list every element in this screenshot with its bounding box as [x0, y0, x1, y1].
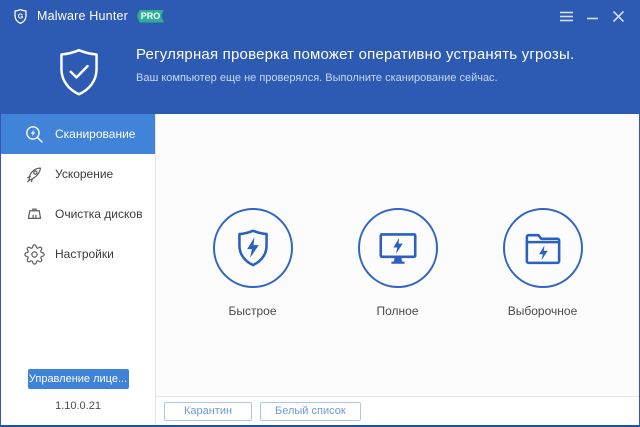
scan-option-label: Выборочное: [507, 304, 578, 318]
status-subtitle: Ваш компьютер еще не проверялся. Выполни…: [136, 72, 498, 84]
titlebar: G Malware Hunter PRO: [1, 1, 639, 31]
sidebar-item-label: Настройки: [55, 247, 114, 261]
sidebar-item-label: Очистка дисков: [55, 207, 143, 221]
scan-search-bolt-icon: [24, 124, 45, 145]
app-logo-shield-icon: G: [12, 8, 29, 25]
status-title: Регулярная проверка поможет оперативно у…: [136, 46, 575, 63]
window-controls: [555, 5, 629, 27]
sidebar-item-boost[interactable]: Ускорение: [1, 154, 155, 194]
sidebar-item-settings[interactable]: Настройки: [1, 234, 155, 274]
manage-license-button[interactable]: Управление лице...: [27, 369, 129, 389]
minimize-icon[interactable]: [581, 5, 603, 27]
scan-option-label: Быстрое: [228, 304, 277, 318]
scan-option-label: Полное: [376, 304, 419, 318]
menu-icon[interactable]: [555, 5, 577, 27]
monitor-bolt-icon: [357, 208, 438, 288]
scan-option-custom[interactable]: Выборочное: [502, 208, 583, 318]
sidebar-item-label: Ускорение: [55, 167, 114, 181]
app-title: Malware Hunter: [37, 9, 129, 23]
main-panel: Быстрое Полное Выборочное Карантин Белый…: [156, 114, 639, 425]
close-icon[interactable]: [607, 5, 629, 27]
gear-icon: [24, 243, 45, 265]
status-message: Регулярная проверка поможет оперативно у…: [136, 31, 574, 114]
pro-badge: PRO: [137, 9, 165, 23]
scan-option-quick[interactable]: Быстрое: [212, 208, 293, 318]
sidebar: Сканирование Ускорение Очистка дисков На…: [1, 114, 156, 425]
status-header: Регулярная проверка поможет оперативно у…: [1, 31, 639, 114]
folder-bolt-icon: [502, 208, 583, 288]
rocket-icon: [24, 164, 45, 185]
bottombar: Карантин Белый список: [156, 396, 639, 425]
quarantine-button[interactable]: Карантин: [164, 401, 252, 421]
scan-options: Быстрое Полное Выборочное: [156, 114, 639, 396]
sidebar-item-label: Сканирование: [55, 127, 136, 141]
version-number: 1.10.0.21: [55, 400, 101, 412]
app-window: G Malware Hunter PRO Регулярная проверка…: [0, 0, 640, 427]
svg-text:G: G: [18, 12, 24, 20]
shield-check-icon: [52, 45, 106, 114]
sidebar-item-scan[interactable]: Сканирование: [1, 114, 155, 154]
shield-bolt-icon: [212, 208, 293, 288]
whitelist-button[interactable]: Белый список: [260, 401, 361, 421]
cleaning-brush-icon: [24, 204, 45, 225]
sidebar-item-disk-cleaner[interactable]: Очистка дисков: [1, 194, 155, 234]
scan-option-full[interactable]: Полное: [357, 208, 438, 318]
